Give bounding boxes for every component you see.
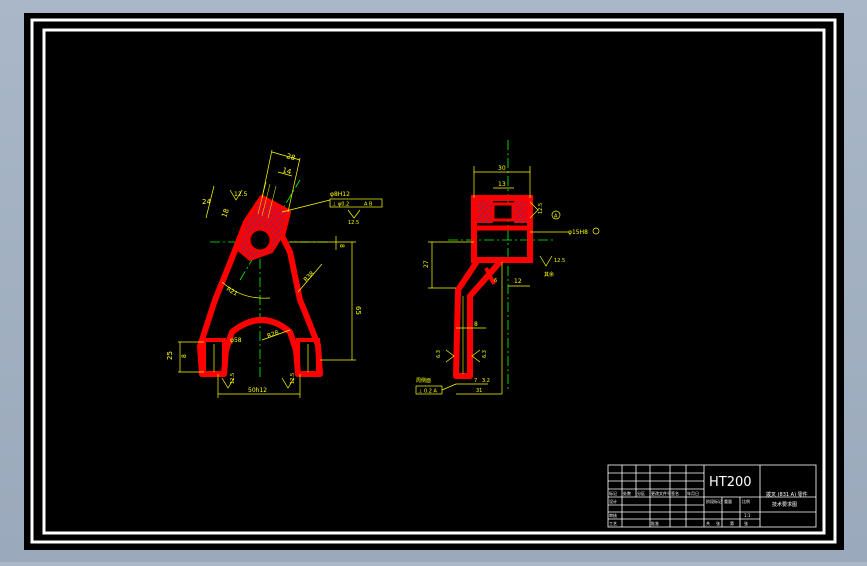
boss-hole (247, 227, 273, 253)
dim-6: 6 (494, 278, 497, 284)
row-label-2: 工艺 (609, 521, 617, 526)
cell-label-4: 签名 (671, 490, 679, 496)
surface-note: 其余 (544, 271, 554, 278)
tol-hole: φ8H12 (330, 191, 350, 198)
tol-box-2: A B (364, 202, 373, 208)
dim-8-side: 8 (474, 321, 478, 328)
row-label-0: 设计 (609, 498, 617, 504)
scale-value: 1:1 (744, 513, 751, 518)
cad-drawing: 28 14 24 12.5 18 φ8H12 ⊥ φ0.2 A B 12.5 6… (24, 13, 844, 550)
dim-12-5-side: 12.5 (538, 203, 544, 214)
dim-24: 24 (202, 198, 211, 206)
cell-weight: 重量 (724, 498, 732, 504)
side-hub-hatch-r (514, 201, 527, 223)
side-hub-hatch-l (477, 201, 493, 223)
sheet-info-0: 共 (706, 520, 710, 526)
note-box-value: ⊥ 0.2 A (418, 389, 437, 395)
note-box-label: 周侧面 (416, 377, 431, 384)
title-line-2: 技术要求图 (772, 501, 797, 508)
dim-25: 25 (166, 351, 174, 360)
dim-50h12: 50h12 (248, 387, 267, 394)
dim-31: 31 (476, 388, 482, 394)
dim-8-left: 8 (181, 354, 188, 358)
row-label-1: 审核 (609, 512, 617, 518)
tol-box-1: ⊥ φ0.2 (332, 202, 349, 208)
dim-12-5b: 12.5 (554, 258, 565, 264)
cell-label-2: 分区 (637, 490, 645, 496)
ra-bottom-left: 12.5 (230, 373, 236, 384)
dim-27: 27 (423, 260, 430, 268)
datum-a: A (554, 214, 558, 220)
dim-phi58: φ58 (230, 337, 242, 344)
dim-3-2: 3.2 (482, 378, 490, 384)
sheet-info-2: 第 (730, 520, 734, 526)
cell-scale: 比例 (742, 498, 750, 504)
drawing-sheet: 28 14 24 12.5 18 φ8H12 ⊥ φ0.2 A B 12.5 6… (0, 0, 867, 562)
dim-13: 13 (498, 181, 506, 188)
cell-label-5: 年月日 (687, 490, 699, 496)
dim-7: 7 (474, 378, 477, 384)
dim-30: 30 (498, 165, 506, 172)
sheet-info-1: 张 (716, 520, 720, 526)
title-line-1: 拨叉 (831 A) 零件 (766, 491, 808, 498)
cell-label-0: 标记 (609, 490, 617, 496)
dim-6-3-r: 6.3 (482, 350, 488, 358)
dim-6-3-l: 6.3 (436, 350, 442, 358)
dim-8: 8 (338, 244, 345, 248)
ra-top: 12.5 (348, 220, 359, 226)
outer-black-frame (24, 13, 844, 550)
dim-65: 65 (354, 306, 362, 315)
dim-12: 12 (514, 278, 522, 285)
cell-label-1: 处数 (623, 490, 631, 496)
material: HT200 (709, 475, 752, 490)
cell-stage: 阶段标记 (706, 498, 722, 504)
dim-phi15h8: φ15H8 (568, 229, 588, 236)
sheet-info-3: 张 (744, 520, 748, 526)
approve-label: 批准 (651, 520, 659, 526)
cell-label-3: 更改文件号 (651, 490, 671, 496)
ra-bottom-right: 12.5 (290, 373, 296, 384)
side-hub-slot (491, 202, 515, 222)
